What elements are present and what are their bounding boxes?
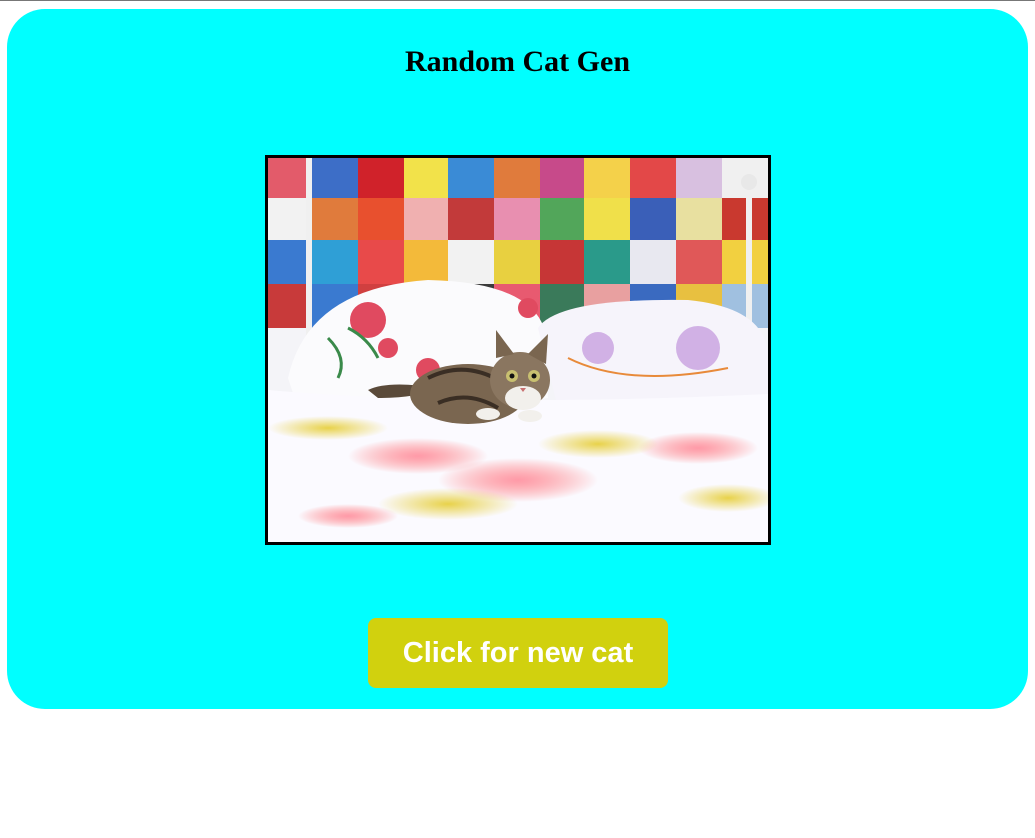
new-cat-button[interactable]: Click for new cat: [368, 618, 668, 688]
cat-image: [265, 155, 771, 545]
bedsheet: [268, 390, 768, 542]
page-title: Random Cat Gen: [404, 45, 630, 78]
cat-generator-card: Random Cat Gen Click for new cat: [7, 9, 1028, 709]
top-divider: [0, 0, 1035, 1]
cat-photo: [268, 158, 768, 542]
